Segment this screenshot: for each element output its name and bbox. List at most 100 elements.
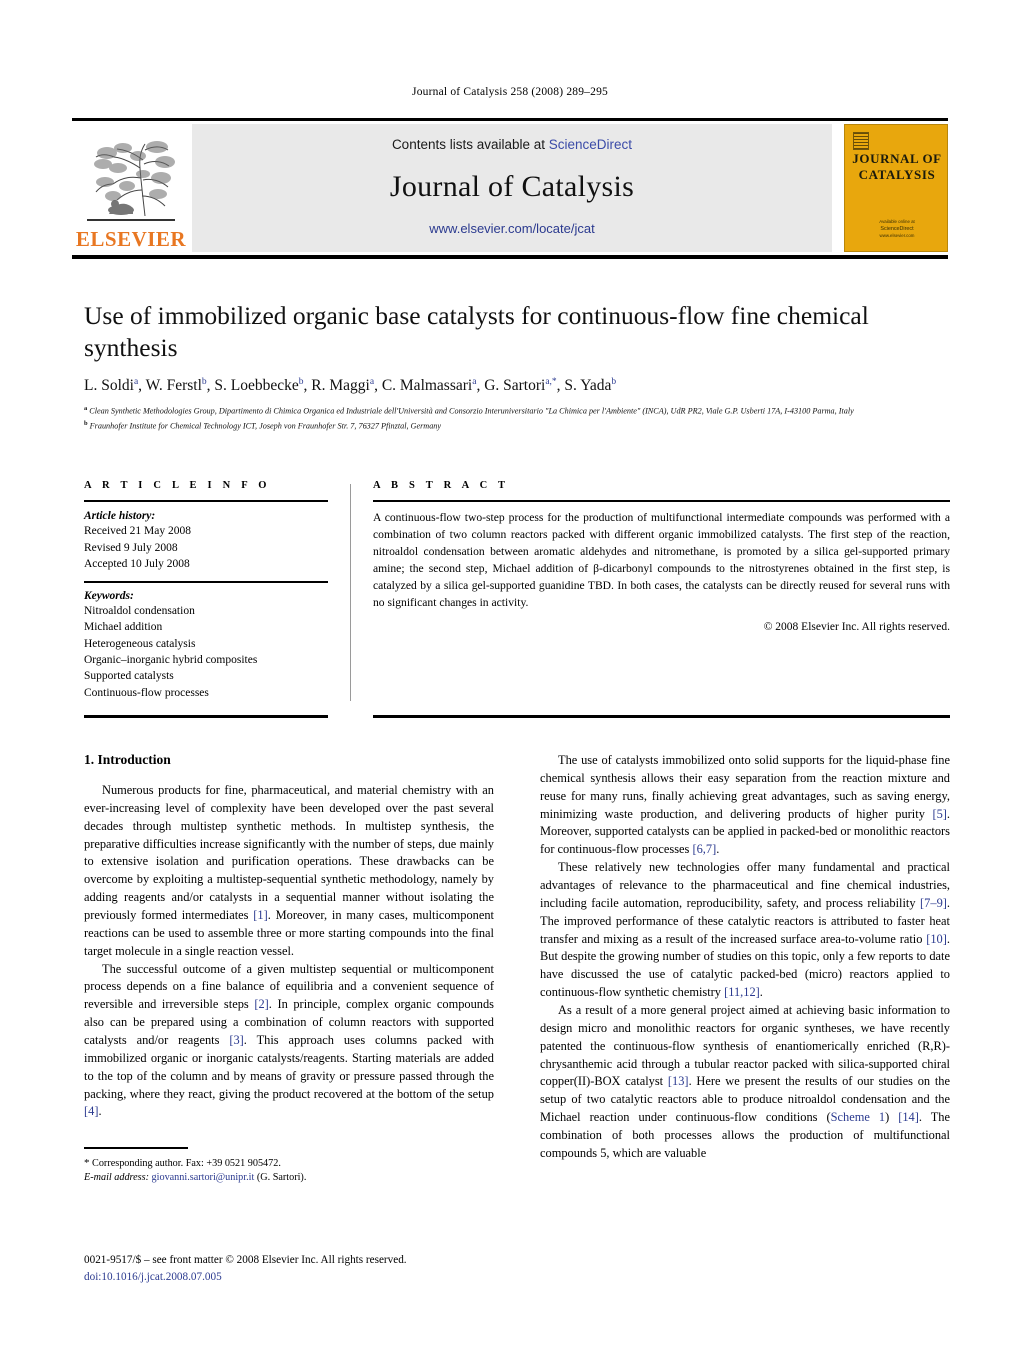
author-affiliation-marker: b <box>298 377 304 388</box>
keyword-item: Michael addition <box>84 621 163 634</box>
cover-foot-line3: www.elsevier.com <box>879 233 915 239</box>
abstract-label: A B S T R A C T <box>373 480 510 491</box>
body-column-left: 1. Introduction Numerous products for fi… <box>84 752 494 1186</box>
abstract-copyright: © 2008 Elsevier Inc. All rights reserved… <box>763 620 950 633</box>
author-name: G. Sartori <box>484 377 546 395</box>
email-address-label: E-mail address: <box>84 1172 149 1184</box>
elsevier-logo: ELSEVIER <box>72 124 190 252</box>
column-divider <box>350 484 351 701</box>
page-footer: 0021-9517/$ – see front matter © 2008 El… <box>84 1252 584 1286</box>
article-info-label: A R T I C L E I N F O <box>84 480 271 491</box>
corresponding-author-text: Corresponding author. Fax: +39 0521 9054… <box>92 1157 281 1169</box>
masthead-top-rule <box>72 118 948 121</box>
cover-foot-line1: Available online at <box>879 218 915 224</box>
running-head: Journal of Catalysis 258 (2008) 289–295 <box>412 86 608 98</box>
affiliation-list: a Clean Synthetic Methodologies Group, D… <box>84 404 950 433</box>
article-history-lines: Received 21 May 2008 Revised 9 July 2008 A… <box>84 523 328 572</box>
doi-link[interactable]: doi:10.1016/j.jcat.2008.07.005 <box>84 1269 584 1286</box>
article-history-item: Revised 9 July 2008 <box>84 541 178 554</box>
author-name: S. Loebbecke <box>214 377 299 395</box>
keyword-item: Organic–inorganic hybrid composites <box>84 653 258 666</box>
body-column-right: The use of catalysts immobilized onto so… <box>540 752 950 1186</box>
citation-link[interactable]: [7–9] <box>920 896 947 910</box>
title-block: Use of immobilized organic base catalyst… <box>84 300 950 433</box>
author-affiliation-marker: a <box>369 377 375 388</box>
article-history-item: Received 21 May 2008 <box>84 525 191 538</box>
bottom-rule-left <box>84 714 328 718</box>
author-affiliation-marker: b <box>611 377 617 388</box>
abstract-column: A B S T R A C T A continuous-flow two-st… <box>373 480 950 633</box>
author-affiliation-marker: a,* <box>545 377 557 388</box>
body-paragraph: Numerous products for fine, pharmaceutic… <box>84 783 494 958</box>
body-paragraph: The use of catalysts immobilized onto so… <box>540 753 950 857</box>
keyword-item: Nitroaldol condensation <box>84 604 195 617</box>
citation-link[interactable]: [11,12] <box>724 985 760 999</box>
citation-link[interactable]: [5] <box>932 807 946 821</box>
abstract-rule <box>373 500 950 503</box>
citation-link[interactable]: [2] <box>254 997 268 1011</box>
author-name: R. Maggi <box>311 377 370 395</box>
author-affiliation-marker: a <box>472 377 477 388</box>
citation-link[interactable]: [14] <box>898 1110 919 1124</box>
keyword-item: Supported catalysts <box>84 670 174 683</box>
citation-link[interactable]: [1] <box>253 908 267 922</box>
affiliation-marker: a <box>84 405 88 413</box>
citation-link[interactable]: [3] <box>229 1033 243 1047</box>
citation-link[interactable]: [4] <box>84 1104 98 1118</box>
keyword-item: Heterogeneous catalysis <box>84 637 196 650</box>
article-info-rule-2 <box>84 581 328 583</box>
body-paragraph: The successful outcome of a given multis… <box>84 961 495 1119</box>
affiliation-line: a Clean Synthetic Methodologies Group, D… <box>84 405 854 417</box>
elsevier-wordmark: ELSEVIER <box>75 227 187 251</box>
footnote-block: * Corresponding author. Fax: +39 0521 90… <box>84 1147 494 1186</box>
keywords-lines: Nitroaldol condensation Michael addition H… <box>84 603 328 701</box>
citation-link[interactable]: [10] <box>926 932 947 946</box>
citation-link[interactable]: [13] <box>668 1074 689 1088</box>
scheme-link[interactable]: Scheme 1 <box>831 1110 885 1124</box>
elsevier-tree-icon <box>87 141 175 221</box>
email-address-link[interactable]: giovanni.sartori@unipr.it <box>152 1172 255 1183</box>
cover-title-line1: JOURNAL OF <box>852 151 942 166</box>
contents-available-line: Contents lists available at ScienceDirec… <box>392 137 632 152</box>
corresponding-author-note: * Corresponding author. Fax: +39 0521 90… <box>84 1156 494 1187</box>
masthead-bottom-rule <box>72 255 948 259</box>
paper-title: Use of immobilized organic base catalyst… <box>84 301 869 362</box>
article-history-label: Article history: <box>84 510 156 523</box>
journal-homepage-link[interactable]: www.elsevier.com/locate/jcat <box>429 221 594 236</box>
section-title-introduction: 1. Introduction <box>84 752 171 767</box>
author-name: S. Yada <box>564 377 612 395</box>
right-column-paragraphs: The use of catalysts immobilized onto so… <box>540 752 950 1163</box>
body-columns: 1. Introduction Numerous products for fi… <box>84 752 950 1186</box>
cover-title: JOURNAL OF CATALYSIS <box>845 151 949 184</box>
contents-prefix-text: Contents lists available at <box>391 137 549 152</box>
article-history-item: Accepted 10 July 2008 <box>84 558 190 571</box>
abstract-text: A continuous-flow two-step process for t… <box>373 511 950 609</box>
journal-masthead: ELSEVIER Contents lists available at Sci… <box>72 118 948 259</box>
author-list: L. Soldia, W. Ferstlb, S. Loebbeckeb, R.… <box>84 377 617 395</box>
article-info-rule-1 <box>84 500 328 503</box>
front-matter-line: 0021-9517/$ – see front matter © 2008 El… <box>84 1254 407 1266</box>
journal-title: Journal of Catalysis <box>389 169 635 203</box>
keywords-label: Keywords: <box>84 589 134 602</box>
email-owner-text: (G. Sartori). <box>256 1172 307 1184</box>
citation-link[interactable]: [6,7] <box>692 842 716 856</box>
author-name: C. Malmassari <box>381 377 473 395</box>
footnote-rule <box>84 1147 188 1149</box>
author-affiliation-marker: b <box>201 377 207 388</box>
article-info-column: A R T I C L E I N F O Article history: R… <box>84 480 328 701</box>
section-bottom-rules <box>84 714 950 718</box>
cover-foot-line2: ScienceDirect <box>880 226 914 233</box>
left-column-paragraphs: Numerous products for fine, pharmaceutic… <box>84 782 494 1121</box>
cover-title-line2: CATALYSIS <box>858 167 936 183</box>
bottom-rule-right <box>373 714 950 718</box>
cover-footer: Available online at ScienceDirect www.el… <box>845 219 949 240</box>
author-affiliation-marker: a <box>133 377 139 388</box>
sciencedirect-link[interactable]: ScienceDirect <box>549 137 632 152</box>
cover-elsevier-mark-icon <box>853 132 869 150</box>
info-abstract-section: A R T I C L E I N F O Article history: R… <box>84 480 950 718</box>
author-name: W. Ferstl <box>145 377 202 395</box>
body-paragraph: As a result of a more general project ai… <box>540 1003 950 1160</box>
journal-cover-thumbnail: JOURNAL OF CATALYSIS Available online at… <box>844 124 948 252</box>
footnote-star-marker: * <box>84 1156 90 1169</box>
affiliation-line: b Fraunhofer Institute for Chemical Tech… <box>84 419 442 431</box>
